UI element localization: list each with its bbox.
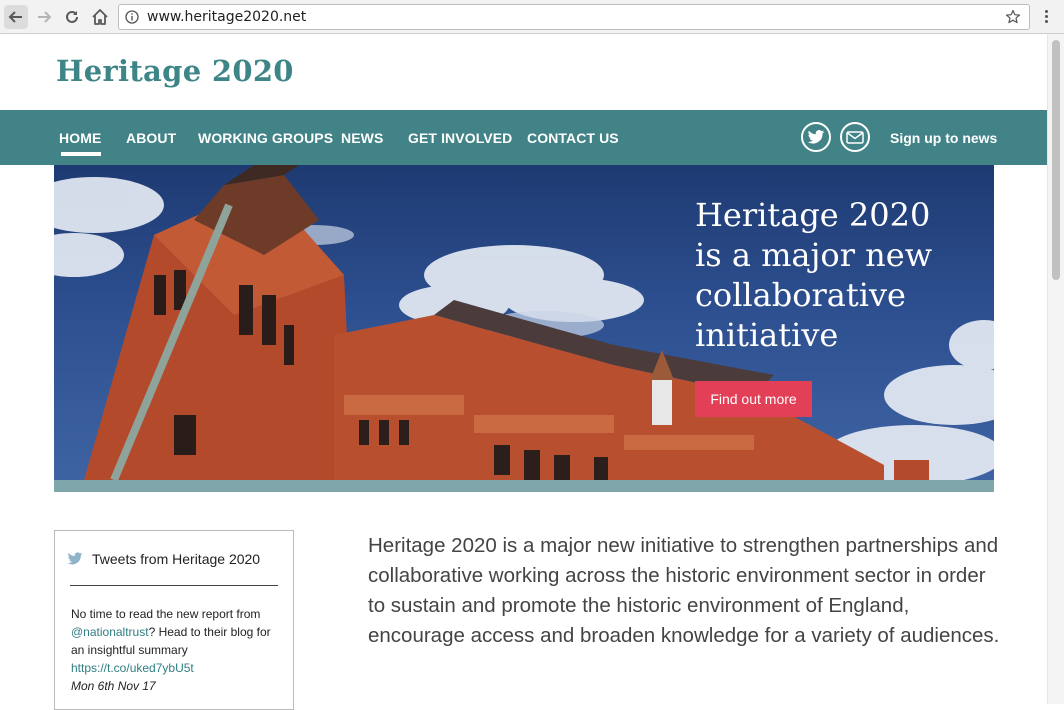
page-scrollbar[interactable] — [1047, 34, 1064, 704]
hero-heading-line: Heritage 2020 — [695, 196, 931, 234]
info-icon[interactable] — [125, 10, 139, 24]
hero-heading-line: collaborative — [695, 276, 906, 314]
hero-banner: Heritage 2020 is a major new collaborati… — [54, 165, 994, 480]
twitter-widget-title: Tweets from Heritage 2020 — [92, 551, 261, 567]
reload-button[interactable] — [60, 5, 84, 29]
tweet-date: Mon 6th Nov 17 — [71, 679, 156, 693]
twitter-bird-icon — [67, 552, 83, 565]
browser-menu-icon[interactable] — [1040, 8, 1052, 26]
hero-heading: Heritage 2020 is a major new collaborati… — [695, 195, 975, 355]
tweet-mention-link[interactable]: @nationaltrust — [71, 625, 149, 639]
home-button[interactable] — [88, 5, 112, 29]
browser-toolbar: www.heritage2020.net — [0, 0, 1064, 34]
signup-link[interactable]: Sign up to news — [890, 130, 997, 146]
main-navigation: HOME ABOUT WORKING GROUPS NEWS GET INVOL… — [0, 110, 1047, 165]
address-bar[interactable]: www.heritage2020.net — [118, 4, 1030, 30]
reload-icon — [66, 10, 78, 23]
back-button[interactable] — [4, 5, 28, 29]
nav-about[interactable]: ABOUT — [126, 130, 176, 146]
scrollbar-thumb[interactable] — [1052, 40, 1060, 280]
twitter-widget-header: Tweets from Heritage 2020 — [67, 551, 260, 567]
intro-paragraph: Heritage 2020 is a major new initiative … — [368, 534, 1000, 647]
tweet-url-link[interactable]: https://t.co/uked7ybU5t — [71, 661, 194, 675]
arrow-left-icon — [8, 11, 22, 23]
url-text: www.heritage2020.net — [147, 9, 307, 25]
bookmark-star-icon[interactable] — [1005, 9, 1021, 25]
mail-icon[interactable] — [840, 122, 870, 152]
find-out-more-button[interactable]: Find out more — [695, 381, 812, 417]
nav-home[interactable]: HOME — [59, 130, 102, 156]
site-title[interactable]: Heritage 2020 — [56, 54, 294, 88]
divider — [70, 585, 278, 586]
tweet: No time to read the new report from @nat… — [71, 605, 285, 695]
hero-heading-line: initiative — [695, 316, 839, 354]
tweet-text: No time to read the new report from — [71, 607, 261, 621]
nav-working-groups[interactable]: WORKING GROUPS — [198, 130, 333, 146]
home-icon — [92, 9, 108, 25]
twitter-widget: Tweets from Heritage 2020 No time to rea… — [54, 530, 294, 710]
hero-bottom-strip — [54, 480, 994, 492]
arrow-right-icon — [38, 11, 52, 23]
forward-button[interactable] — [32, 5, 56, 29]
nav-get-involved[interactable]: GET INVOLVED — [408, 130, 512, 146]
nav-news[interactable]: NEWS — [341, 130, 383, 146]
twitter-icon[interactable] — [801, 122, 831, 152]
hero-heading-line: is a major new — [695, 236, 933, 274]
nav-contact-us[interactable]: CONTACT US — [527, 130, 619, 146]
